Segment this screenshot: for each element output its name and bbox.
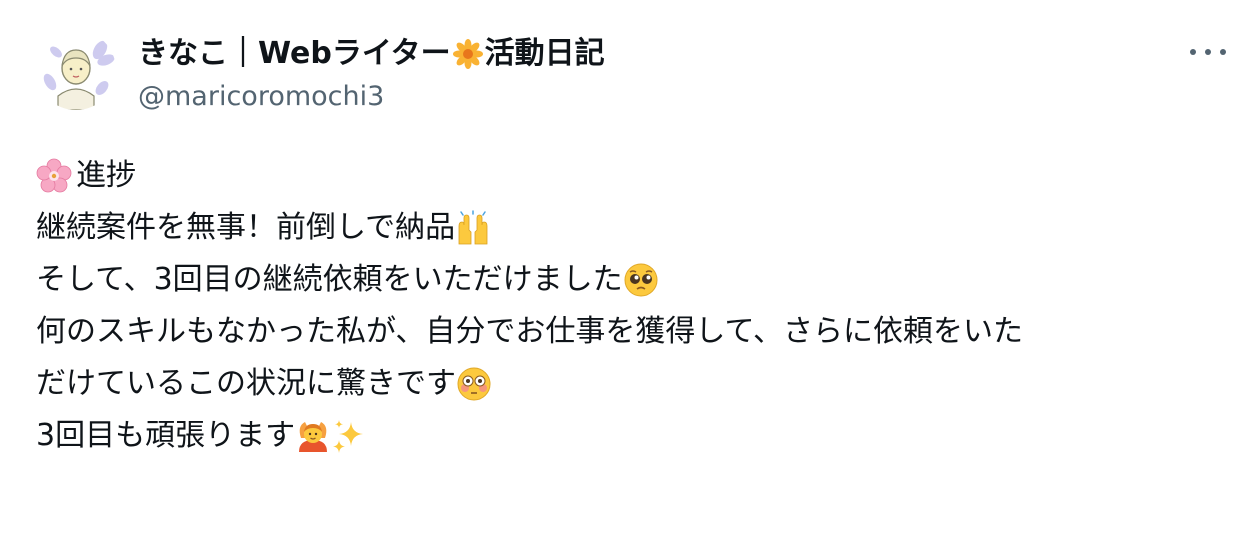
display-name-main: きなこ｜Webライター <box>138 36 451 71</box>
more-options-button[interactable] <box>1190 40 1226 64</box>
tweet-line: 何のスキルもなかった私が、自分でお仕事を獲得して、さらに依頼をいた <box>36 306 1226 358</box>
tweet-header: きなこ｜Webライター 活動日記 @maricoromochi3 <box>36 30 605 120</box>
pleading-face-icon <box>624 263 658 297</box>
tweet-line: そして、3回目の継続依頼をいただけました <box>36 254 1226 306</box>
tweet-text: 進捗 継続案件を無事！前倒しで納品 そして、3回目の継続依頼をいただけました 何… <box>36 150 1226 462</box>
tweet-line-text: 継続案件を無事！前倒しで納品 <box>36 210 456 245</box>
more-dot-icon <box>1220 49 1226 55</box>
name-block: きなこ｜Webライター 活動日記 @maricoromochi3 <box>138 34 605 114</box>
more-dot-icon <box>1205 49 1211 55</box>
tweet-line-text: そして、3回目の継続依頼をいただけました <box>36 262 623 297</box>
tweet-line-text: 何のスキルもなかった私が、自分でお仕事を獲得して、さらに依頼をいた <box>36 314 1023 349</box>
display-name[interactable]: きなこ｜Webライター 活動日記 <box>138 34 605 74</box>
user-handle[interactable]: @maricoromochi3 <box>138 80 605 114</box>
more-dot-icon <box>1190 49 1196 55</box>
tweet-line: 3回目も頑張ります <box>36 410 1226 462</box>
cherry-blossom-icon <box>36 158 72 193</box>
tweet-line-text: 3回目も頑張ります <box>36 418 296 453</box>
person-gesturing-ok-icon <box>299 422 328 452</box>
tweet-line: 進捗 <box>36 150 1226 202</box>
tweet-line: だけているこの状況に驚きです <box>36 358 1226 410</box>
blossom-flower-icon <box>452 39 483 69</box>
flushed-face-icon <box>457 367 491 401</box>
tweet-card: きなこ｜Webライター 活動日記 @maricoromochi3 進捗 継続案件… <box>0 0 1256 560</box>
sparkles-icon <box>333 420 364 453</box>
display-name-suffix: 活動日記 <box>484 36 605 71</box>
avatar-illustration <box>36 30 116 110</box>
tweet-line: 継続案件を無事！前倒しで納品 <box>36 202 1226 254</box>
tweet-line-text: だけているこの状況に驚きです <box>36 366 456 401</box>
avatar[interactable] <box>36 30 116 110</box>
tweet-line-text: 進捗 <box>76 158 136 193</box>
raising-hands-icon <box>458 210 488 245</box>
